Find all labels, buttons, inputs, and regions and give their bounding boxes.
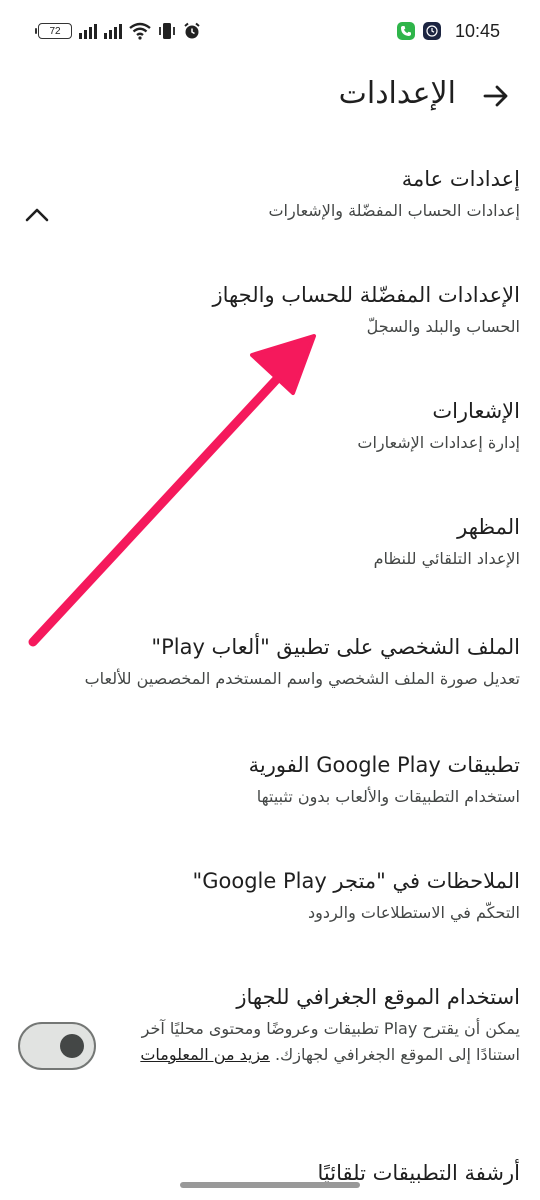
item-subtitle: إعدادات الحساب المفضّلة والإشعارات xyxy=(268,201,520,220)
learn-more-link[interactable]: مزيد من المعلومات xyxy=(140,1045,270,1064)
vibrate-icon xyxy=(159,23,175,39)
status-bar: 72 10:45 xyxy=(0,0,540,60)
item-subtitle: التحكّم في الاستطلاعات والردود xyxy=(307,903,520,922)
signal-icon xyxy=(104,23,122,39)
settings-item-feedback[interactable]: الملاحظات في "متجر Google Play" التحكّم … xyxy=(0,866,540,926)
item-title: الإعدادات المفضّلة للحساب والجهاز xyxy=(212,283,520,307)
settings-item-device-location[interactable]: استخدام الموقع الجغرافي للجهاز يمكن أن ي… xyxy=(0,982,540,1112)
item-subtitle: إدارة إعدادات الإشعارات xyxy=(357,433,520,452)
alarm-icon xyxy=(184,22,200,39)
status-left: 72 xyxy=(35,20,201,42)
settings-item-notifications[interactable]: الإشعارات إدارة إعدادات الإشعارات xyxy=(0,396,540,456)
signal-icon xyxy=(79,23,97,39)
item-subtitle: الإعداد التلقائي للنظام xyxy=(373,549,520,568)
item-title: استخدام الموقع الجغرافي للجهاز xyxy=(236,985,520,1009)
item-title: المظهر xyxy=(457,515,520,539)
settings-screen: 72 10:45 الإعدادات إعدادات عامة إعدادات … xyxy=(0,0,540,1200)
location-toggle[interactable] xyxy=(18,1022,96,1070)
item-title: إعدادات عامة xyxy=(401,167,520,191)
item-subtitle: يمكن أن يقترح Play تطبيقات وعروضًا ومحتو… xyxy=(110,1016,520,1068)
item-title: تطبيقات Google Play الفورية xyxy=(248,753,520,777)
status-time: 10:45 xyxy=(454,20,500,41)
back-button[interactable] xyxy=(480,80,512,112)
status-right: 10:45 xyxy=(396,20,500,42)
page-title: الإعدادات xyxy=(338,76,456,111)
item-subtitle: تعديل صورة الملف الشخصي واسم المستخدم ال… xyxy=(84,669,520,688)
item-title: الملاحظات في "متجر Google Play" xyxy=(192,869,520,893)
phone-app-icon xyxy=(396,22,415,40)
settings-item-instant-apps[interactable]: تطبيقات Google Play الفورية استخدام التط… xyxy=(0,750,540,810)
settings-item-games-profile[interactable]: الملف الشخصي على تطبيق "ألعاب Play" تعدي… xyxy=(0,632,540,692)
chevron-up-icon[interactable] xyxy=(22,200,52,230)
arrow-right-icon xyxy=(483,85,508,107)
home-indicator[interactable] xyxy=(180,1182,360,1188)
battery-icon: 72 xyxy=(35,23,72,39)
item-subtitle: استخدام التطبيقات والألعاب بدون تثبيتها xyxy=(256,787,520,806)
toggle-knob xyxy=(60,1034,84,1058)
settings-item-account-device[interactable]: الإعدادات المفضّلة للحساب والجهاز الحساب… xyxy=(0,280,540,340)
item-title: الإشعارات xyxy=(432,399,520,423)
clock-app-icon xyxy=(422,22,441,40)
wifi-icon xyxy=(129,22,151,40)
top-app-bar: الإعدادات xyxy=(0,70,540,122)
item-subtitle: الحساب والبلد والسجلّ xyxy=(366,317,520,336)
settings-item-general[interactable]: إعدادات عامة إعدادات الحساب المفضّلة وال… xyxy=(0,164,540,224)
item-title: الملف الشخصي على تطبيق "ألعاب Play" xyxy=(151,635,520,659)
settings-item-appearance[interactable]: المظهر الإعداد التلقائي للنظام xyxy=(0,512,540,572)
battery-level: 72 xyxy=(49,25,61,37)
